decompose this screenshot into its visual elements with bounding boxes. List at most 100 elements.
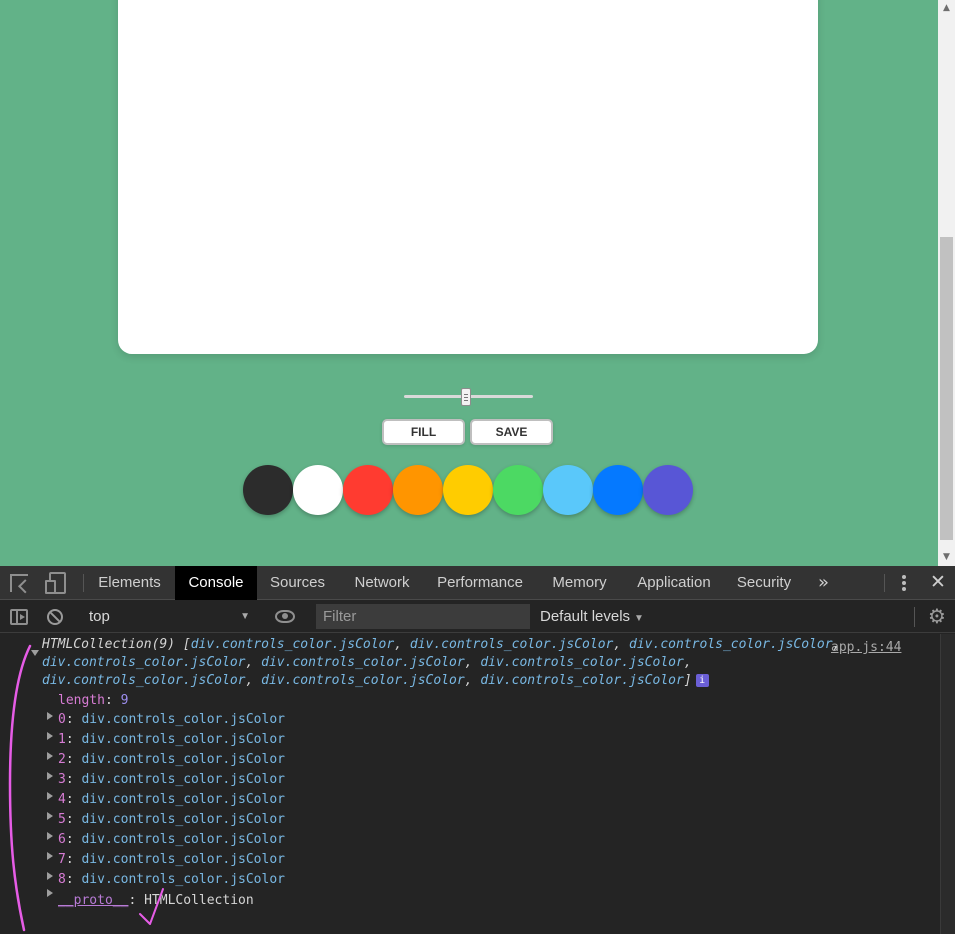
info-badge-icon[interactable]: i	[695, 674, 709, 687]
page-scrollbar[interactable]: ▲ ▼	[938, 0, 955, 566]
collection-item-link[interactable]: div.controls_color.jsColor	[480, 673, 684, 688]
fill-button[interactable]: FILL	[382, 419, 465, 445]
scrollbar-thumb[interactable]	[940, 237, 953, 540]
save-button[interactable]: SAVE	[470, 419, 553, 445]
expand-triangle-icon[interactable]	[47, 752, 53, 760]
devtools-panel: » ✕ Elements Console Sources Network Perform…	[0, 566, 955, 934]
collection-item-link[interactable]: div.controls_color.jsColor	[42, 673, 246, 688]
collection-entry[interactable]: 7: div.controls_color.jsColor	[58, 851, 285, 869]
console-log-header-line-1[interactable]: HTMLCollection(9) [div.controls_color.js…	[42, 636, 840, 654]
collection-entry[interactable]: 6: div.controls_color.jsColor	[58, 831, 285, 849]
tab-console[interactable]: Console	[175, 566, 257, 600]
color-swatch[interactable]	[243, 465, 293, 515]
entry-index: 4	[58, 792, 66, 807]
brush-size-slider[interactable]	[404, 388, 533, 406]
expand-triangle-icon[interactable]	[47, 812, 53, 820]
close-icon[interactable]: ✕	[930, 571, 946, 593]
collection-item-link[interactable]: div.controls_color.jsColor	[191, 637, 395, 652]
tab-security[interactable]: Security	[726, 566, 802, 600]
length-key: length	[58, 693, 105, 708]
collection-entry[interactable]: 4: div.controls_color.jsColor	[58, 791, 285, 809]
proto-entry[interactable]: __proto__: HTMLCollection	[58, 892, 254, 910]
log-levels-dropdown[interactable]: Default levels ▼	[540, 606, 644, 630]
collection-entry[interactable]: 1: div.controls_color.jsColor	[58, 731, 285, 749]
gear-icon[interactable]: ⚙	[928, 604, 946, 628]
tab-sources[interactable]: Sources	[258, 566, 337, 600]
collection-item-link[interactable]: div.controls_color.jsColor	[42, 655, 246, 670]
expand-triangle-icon[interactable]	[47, 772, 53, 780]
divider	[83, 574, 84, 592]
entry-index: 6	[58, 832, 66, 847]
color-swatch[interactable]	[593, 465, 643, 515]
inspect-element-icon[interactable]	[10, 574, 28, 592]
expand-triangle-icon[interactable]	[47, 792, 53, 800]
live-expression-eye-icon[interactable]	[275, 610, 295, 623]
expand-triangle-icon[interactable]	[47, 852, 53, 860]
collection-item-link[interactable]: div.controls_color.jsColor	[261, 655, 465, 670]
entry-value: div.controls_color.jsColor	[81, 752, 285, 767]
proto-value: HTMLCollection	[144, 893, 254, 908]
collection-item-link[interactable]: div.controls_color.jsColor	[261, 673, 465, 688]
tab-application[interactable]: Application	[623, 566, 725, 600]
context-value: top	[89, 608, 110, 625]
entry-index: 3	[58, 772, 66, 787]
expand-triangle-icon[interactable]	[47, 712, 53, 720]
entry-index: 1	[58, 732, 66, 747]
tab-performance[interactable]: Performance	[425, 566, 535, 600]
customize-menu-icon[interactable]	[902, 575, 906, 591]
scroll-down-icon[interactable]: ▼	[938, 549, 955, 566]
length-property: length: 9	[58, 693, 129, 708]
show-console-sidebar-icon[interactable]	[10, 609, 28, 625]
chevron-down-icon: ▼	[240, 611, 250, 622]
color-swatch[interactable]	[643, 465, 693, 515]
console-log-header-line-2[interactable]: div.controls_color.jsColor, div.controls…	[42, 654, 692, 672]
divider	[884, 574, 885, 592]
collection-prefix: HTMLCollection(9) [	[42, 637, 191, 652]
entry-index: 5	[58, 812, 66, 827]
expand-triangle-icon[interactable]	[47, 889, 53, 897]
filter-input[interactable]: Filter	[316, 604, 530, 629]
entry-value: div.controls_color.jsColor	[81, 812, 285, 827]
console-scrollbar[interactable]	[940, 634, 955, 934]
tab-memory[interactable]: Memory	[537, 566, 622, 600]
entry-value: div.controls_color.jsColor	[81, 852, 285, 867]
collection-item-link[interactable]: div.controls_color.jsColor	[480, 655, 684, 670]
entry-value: div.controls_color.jsColor	[81, 792, 285, 807]
console-toolbar: top ▼ Filter Default levels ▼ ⚙	[0, 601, 955, 633]
console-output: app.js:44 HTMLCollection(9) [div.control…	[0, 634, 940, 934]
expand-triangle-icon[interactable]	[47, 732, 53, 740]
divider	[914, 607, 915, 627]
expand-triangle-icon[interactable]	[47, 832, 53, 840]
collection-entry[interactable]: 2: div.controls_color.jsColor	[58, 751, 285, 769]
color-swatch[interactable]	[393, 465, 443, 515]
scroll-up-icon[interactable]: ▲	[938, 0, 955, 17]
console-log-header-line-3[interactable]: div.controls_color.jsColor, div.controls…	[42, 672, 709, 690]
expand-triangle-icon[interactable]	[47, 872, 53, 880]
color-swatch[interactable]	[343, 465, 393, 515]
devtools-tabbar: » ✕ Elements Console Sources Network Perform…	[0, 566, 955, 600]
color-swatch[interactable]	[293, 465, 343, 515]
context-selector[interactable]: top ▼	[80, 606, 252, 628]
more-tabs-icon[interactable]: »	[818, 572, 829, 593]
color-swatch[interactable]	[543, 465, 593, 515]
collection-item-link[interactable]: div.controls_color.jsColor	[410, 637, 614, 652]
slider-thumb[interactable]	[461, 388, 471, 406]
tab-network[interactable]: Network	[338, 566, 426, 600]
clear-console-icon[interactable]	[47, 609, 63, 625]
collection-entry[interactable]: 8: div.controls_color.jsColor	[58, 871, 285, 889]
color-swatch[interactable]	[493, 465, 543, 515]
entry-index: 2	[58, 752, 66, 767]
entry-value: div.controls_color.jsColor	[81, 832, 285, 847]
entry-index: 8	[58, 872, 66, 887]
collapse-triangle-icon[interactable]	[31, 650, 39, 656]
tab-elements[interactable]: Elements	[91, 566, 168, 600]
color-swatch[interactable]	[443, 465, 493, 515]
collection-entry[interactable]: 0: div.controls_color.jsColor	[58, 711, 285, 729]
collection-entry[interactable]: 5: div.controls_color.jsColor	[58, 811, 285, 829]
source-link[interactable]: app.js:44	[831, 640, 901, 655]
collection-item-link[interactable]: div.controls_color.jsColor	[629, 637, 833, 652]
device-toolbar-icon[interactable]	[45, 572, 66, 594]
drawing-canvas[interactable]	[118, 0, 818, 354]
length-value: 9	[120, 693, 129, 708]
collection-entry[interactable]: 3: div.controls_color.jsColor	[58, 771, 285, 789]
